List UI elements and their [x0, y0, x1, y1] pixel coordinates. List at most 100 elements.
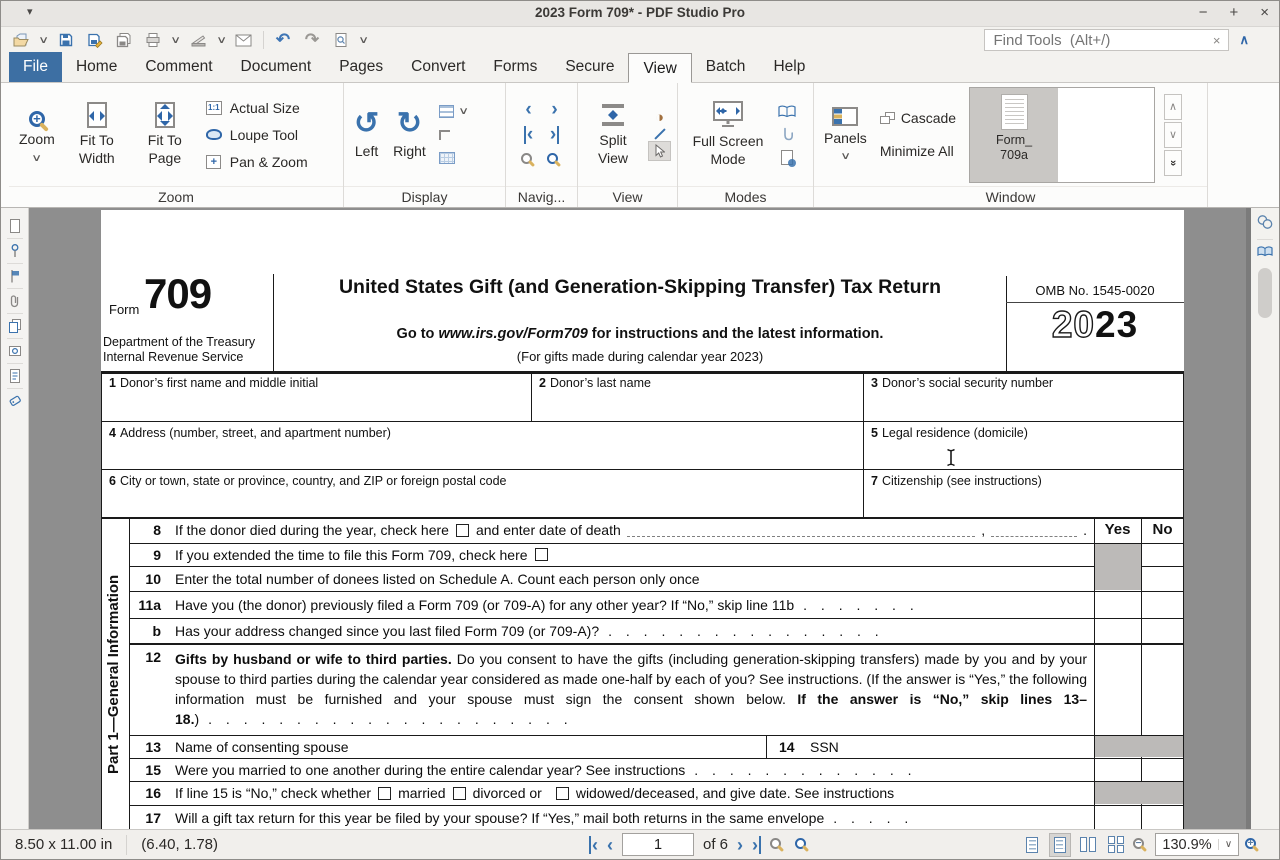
divorced-checkbox[interactable]: [453, 787, 466, 800]
continuous-page-layout-icon[interactable]: [1049, 833, 1071, 857]
loupe-tool-button[interactable]: Loupe Tool: [201, 122, 311, 147]
field-label-1[interactable]: 1Donor’s first name and middle initial: [109, 376, 318, 390]
minimize-window-icon[interactable]: −: [1199, 4, 1208, 21]
previous-view-icon[interactable]: [521, 153, 537, 167]
actual-size-button[interactable]: 1:1 Actual Size: [201, 95, 311, 120]
thumbnails-panel-icon[interactable]: [7, 216, 23, 236]
field-label-3[interactable]: 3Donor’s social security number: [871, 376, 1053, 390]
close-window-icon[interactable]: ×: [1260, 4, 1269, 21]
layers-panel-icon[interactable]: [7, 316, 23, 336]
next-view-icon[interactable]: [795, 838, 811, 852]
rotate-right-button[interactable]: Right: [389, 107, 430, 163]
rulers-button[interactable]: [436, 127, 470, 143]
form-line-11b[interactable]: b Has your address changed since you las…: [129, 618, 1087, 643]
signatures-panel-icon[interactable]: [7, 241, 23, 261]
open-file-icon[interactable]: [11, 30, 31, 50]
document-thumbnail-form709a[interactable]: Form_ 709a: [970, 88, 1058, 182]
tab-batch[interactable]: Batch: [692, 52, 760, 82]
signature-pane-icon[interactable]: [1256, 244, 1274, 263]
zoom-level-value[interactable]: 130.9%: [1156, 837, 1218, 853]
previous-view-icon[interactable]: [770, 838, 786, 852]
tags-panel-icon[interactable]: [7, 391, 23, 411]
previous-page-icon[interactable]: [525, 101, 531, 119]
date-of-death-year-field[interactable]: [991, 524, 1077, 537]
touch-mode-icon[interactable]: [780, 127, 794, 141]
widowed-checkbox[interactable]: [556, 787, 569, 800]
tab-view[interactable]: View: [628, 53, 691, 83]
split-view-button[interactable]: Split View: [584, 100, 642, 169]
pdf-page[interactable]: Form 709 Department of the TreasuryInter…: [101, 210, 1184, 829]
next-view-icon[interactable]: [547, 153, 563, 167]
tab-home[interactable]: Home: [62, 52, 131, 82]
fit-to-width-button[interactable]: Fit To Width: [65, 100, 129, 169]
tab-help[interactable]: Help: [759, 52, 819, 82]
undo-icon[interactable]: [273, 30, 293, 50]
page-number-input[interactable]: [622, 833, 694, 856]
form-line-13[interactable]: 13 Name of consenting spouse 14 SSN: [129, 735, 1087, 758]
zoom-in-icon[interactable]: +: [1245, 838, 1261, 852]
page-layout-button[interactable]: [436, 104, 470, 120]
save-all-icon[interactable]: [114, 30, 134, 50]
open-dropdown-icon[interactable]: [38, 35, 49, 46]
first-page-icon[interactable]: [592, 835, 598, 855]
full-screen-button[interactable]: Full Screen Mode: [684, 99, 772, 170]
rotate-left-button[interactable]: Left: [350, 107, 383, 163]
grid-button[interactable]: [436, 150, 470, 166]
find-tools-input[interactable]: [985, 32, 1204, 49]
bookmarks-panel-icon[interactable]: [7, 266, 23, 286]
tab-document[interactable]: Document: [227, 52, 326, 82]
form-line-16[interactable]: 16 If line 15 is “No,” check whether mar…: [129, 781, 1087, 805]
form-line-15[interactable]: 15 Were you married to one another durin…: [129, 758, 1087, 781]
page-view-mode-icon[interactable]: [781, 150, 793, 165]
document-viewport[interactable]: Form 709 Department of the TreasuryInter…: [29, 208, 1246, 829]
two-page-layout-icon[interactable]: [1077, 833, 1099, 857]
married-checkbox[interactable]: [378, 787, 391, 800]
extension-checkbox[interactable]: [535, 548, 548, 561]
comments-pane-icon[interactable]: [1256, 214, 1274, 235]
single-page-layout-icon[interactable]: [1021, 833, 1043, 857]
tab-comment[interactable]: Comment: [131, 52, 226, 82]
comments-panel-icon[interactable]: [7, 341, 23, 361]
vertical-scrollbar-thumb[interactable]: [1258, 268, 1272, 318]
save-as-icon[interactable]: [85, 30, 105, 50]
tab-secure[interactable]: Secure: [551, 52, 628, 82]
last-page-icon[interactable]: [752, 835, 758, 855]
select-tool-button[interactable]: [648, 141, 671, 161]
tab-file[interactable]: File: [9, 52, 62, 82]
two-page-continuous-layout-icon[interactable]: [1105, 833, 1127, 857]
field-label-4[interactable]: 4Address (number, street, and apartment …: [109, 426, 391, 440]
cascade-button[interactable]: Cascade: [877, 106, 959, 131]
form-line-11a[interactable]: 11a Have you (the donor) previously file…: [129, 591, 1087, 618]
next-page-icon[interactable]: [551, 101, 557, 119]
tab-forms[interactable]: Forms: [479, 52, 551, 82]
zoom-dropdown-icon[interactable]: [1218, 839, 1238, 850]
pan-zoom-button[interactable]: + Pan & Zoom: [201, 149, 311, 174]
fit-to-page-button[interactable]: Fit To Page: [135, 100, 195, 169]
next-page-icon[interactable]: [737, 836, 743, 854]
read-mode-icon[interactable]: [778, 105, 796, 118]
print-icon[interactable]: [143, 30, 163, 50]
maximize-window-icon[interactable]: +: [1229, 4, 1238, 21]
zoom-button[interactable]: + Zoom: [15, 103, 59, 166]
date-of-death-field[interactable]: [627, 524, 975, 537]
last-page-icon[interactable]: [550, 124, 556, 145]
form-line-8[interactable]: 8 If the donor died during the year, che…: [129, 517, 1087, 543]
email-icon[interactable]: [234, 30, 254, 50]
minimize-all-button[interactable]: Minimize All: [877, 139, 959, 164]
expand-documents-icon[interactable]: [1164, 150, 1182, 176]
content-panel-icon[interactable]: [7, 366, 23, 386]
print-dropdown-icon[interactable]: [170, 35, 181, 46]
line-weights-icon[interactable]: [654, 128, 665, 139]
tab-pages[interactable]: Pages: [325, 52, 397, 82]
collapse-ribbon-icon[interactable]: [1239, 32, 1249, 48]
attachments-panel-icon[interactable]: [7, 291, 23, 311]
first-page-icon[interactable]: [527, 124, 533, 145]
preview-dropdown-icon[interactable]: [358, 35, 369, 46]
donor-died-checkbox[interactable]: [456, 524, 469, 537]
redo-icon[interactable]: [302, 30, 322, 50]
previous-page-icon[interactable]: [607, 836, 613, 854]
form-line-12[interactable]: 12 Gifts by husband or wife to third par…: [129, 643, 1087, 735]
scanner-icon[interactable]: [189, 30, 209, 50]
panels-button[interactable]: Panels: [820, 105, 871, 165]
tab-convert[interactable]: Convert: [397, 52, 479, 82]
